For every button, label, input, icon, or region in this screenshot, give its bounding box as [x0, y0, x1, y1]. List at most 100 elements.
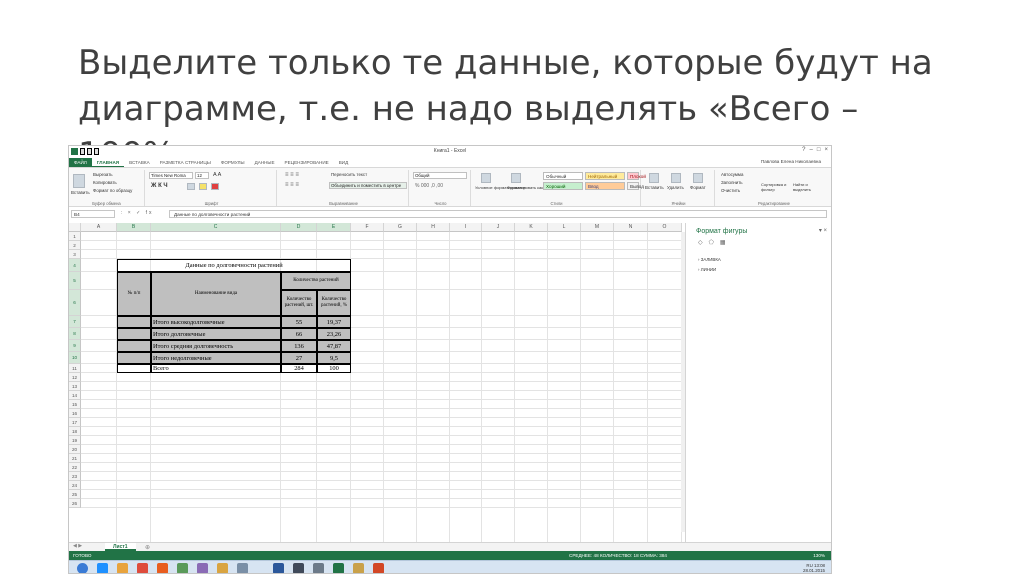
row-header[interactable]: 26: [69, 499, 81, 508]
powerpoint-icon[interactable]: [373, 563, 384, 573]
row-header[interactable]: 6: [69, 290, 81, 316]
user-name[interactable]: Павлова Елена Николаевна: [761, 159, 821, 164]
column-header[interactable]: L: [548, 223, 581, 232]
row-header[interactable]: 19: [69, 436, 81, 445]
tab-review[interactable]: РЕЦЕНЗИРОВАНИЕ: [280, 158, 334, 167]
number-format-buttons[interactable]: % 000 ,0 ,00: [415, 183, 443, 189]
row-header[interactable]: 23: [69, 472, 81, 481]
data-count-cell[interactable]: 66: [281, 328, 317, 340]
start-icon[interactable]: [77, 563, 88, 573]
column-header[interactable]: A: [81, 223, 117, 232]
row-header[interactable]: 2: [69, 241, 81, 250]
align-top-buttons[interactable]: ≡ ≡ ≡: [285, 172, 299, 178]
data-pct-cell[interactable]: 19,37: [317, 316, 351, 328]
format-cells-button[interactable]: Формат: [690, 185, 706, 190]
tab-insert[interactable]: ВСТАВКА: [124, 158, 155, 167]
row-header[interactable]: 13: [69, 382, 81, 391]
row-header[interactable]: 15: [69, 400, 81, 409]
column-header[interactable]: E: [317, 223, 351, 232]
data-name-cell[interactable]: Итого средняя долговечность: [151, 340, 281, 352]
data-count-cell[interactable]: 27: [281, 352, 317, 364]
align-horizontal-buttons[interactable]: ≡ ≡ ≡: [285, 182, 299, 188]
data-no-cell[interactable]: [117, 352, 151, 364]
row-header[interactable]: 25: [69, 490, 81, 499]
sheet-tab-1[interactable]: Лист1: [105, 543, 136, 551]
row-header[interactable]: 11: [69, 364, 81, 373]
number-format-select[interactable]: Общий: [413, 172, 467, 179]
formula-bar-icons[interactable]: : × ✓ fx: [121, 210, 154, 216]
paste-icon[interactable]: [73, 174, 85, 188]
insert-cells-icon[interactable]: [649, 173, 659, 183]
app-icon-4[interactable]: [237, 563, 248, 573]
fill-color-icon[interactable]: [199, 183, 207, 190]
row-header[interactable]: 21: [69, 454, 81, 463]
tab-home[interactable]: ГЛАВНАЯ: [91, 158, 125, 167]
style-neutral[interactable]: Нейтральный: [585, 172, 625, 180]
column-header[interactable]: B: [117, 223, 151, 232]
effects-icon[interactable]: ⬠: [709, 239, 714, 246]
header-no-cell[interactable]: № п/п: [117, 272, 151, 316]
tab-data[interactable]: ДАННЫЕ: [250, 158, 280, 167]
row-header[interactable]: 20: [69, 445, 81, 454]
style-normal[interactable]: Обычный: [543, 172, 583, 180]
delete-cells-icon[interactable]: [671, 173, 681, 183]
total-count-cell[interactable]: 284: [281, 364, 317, 373]
column-header[interactable]: D: [281, 223, 317, 232]
data-name-cell[interactable]: Итого высокодолговечные: [151, 316, 281, 328]
close-icon[interactable]: ×: [824, 147, 828, 153]
row-header[interactable]: 18: [69, 427, 81, 436]
font-name-select[interactable]: Times New Roma: [149, 172, 193, 179]
copy-button[interactable]: Копировать: [93, 180, 117, 185]
merge-center-button[interactable]: Объединить и поместить в центре: [329, 182, 407, 189]
row-header[interactable]: 12: [69, 373, 81, 382]
total-no-cell[interactable]: [117, 364, 151, 373]
style-bad[interactable]: Плохой: [627, 172, 646, 180]
conditional-format-icon[interactable]: [481, 173, 491, 183]
app-icon-1[interactable]: [177, 563, 188, 573]
column-header[interactable]: K: [515, 223, 548, 232]
excel-taskbar-icon[interactable]: [333, 563, 344, 573]
borders-icon[interactable]: [187, 183, 195, 190]
column-header[interactable]: O: [648, 223, 682, 232]
name-box[interactable]: B4: [71, 210, 115, 218]
system-tray[interactable]: RU 13:08 28.01.2015: [803, 563, 825, 573]
row-header[interactable]: 17: [69, 418, 81, 427]
pane-section-fill[interactable]: › ЗАЛИВКА: [698, 257, 721, 262]
data-count-cell[interactable]: 136: [281, 340, 317, 352]
maximize-icon[interactable]: □: [817, 147, 821, 153]
column-header[interactable]: G: [384, 223, 417, 232]
explorer-icon[interactable]: [117, 563, 128, 573]
wrap-text-button[interactable]: Переносить текст: [331, 172, 367, 177]
app-icon-6[interactable]: [313, 563, 324, 573]
format-table-icon[interactable]: [511, 173, 521, 183]
paste-button[interactable]: Вставить: [71, 190, 90, 195]
sheet-nav-arrows[interactable]: ◀ ▶: [73, 543, 82, 549]
worksheet-grid[interactable]: A B C D E F G H I J K L M N O 1 2 3 4 5 6 7 8 9 10 11 12 13 14 15 16 17…: [69, 223, 685, 546]
chrome-icon[interactable]: [137, 563, 148, 573]
font-size-buttons[interactable]: A A: [213, 172, 221, 178]
header-count-cell[interactable]: Количество растений, шт.: [281, 290, 317, 316]
row-header[interactable]: 9: [69, 340, 81, 352]
data-count-cell[interactable]: 55: [281, 316, 317, 328]
tab-page-layout[interactable]: РАЗМЕТКА СТРАНИЦЫ: [155, 158, 216, 167]
ie-icon[interactable]: [97, 563, 108, 573]
row-header[interactable]: 14: [69, 391, 81, 400]
row-header[interactable]: 5: [69, 272, 81, 290]
cut-button[interactable]: Вырезать: [93, 172, 113, 177]
table-title-cell[interactable]: Данные по долговечности растений: [117, 259, 351, 272]
column-header[interactable]: C: [151, 223, 281, 232]
fill-button[interactable]: Заполнить: [721, 180, 743, 185]
style-input[interactable]: Ввод: [585, 182, 625, 190]
data-pct-cell[interactable]: 23,26: [317, 328, 351, 340]
zoom-level[interactable]: 130%: [813, 551, 825, 560]
data-pct-cell[interactable]: 47,87: [317, 340, 351, 352]
help-icon[interactable]: ?: [802, 147, 805, 153]
tab-view[interactable]: ВИД: [334, 158, 353, 167]
total-name-cell[interactable]: Всего: [151, 364, 281, 373]
find-select-button[interactable]: Найти и выделить: [793, 182, 823, 192]
insert-cells-button[interactable]: Вставить: [645, 185, 664, 190]
row-header[interactable]: 22: [69, 463, 81, 472]
format-painter-button[interactable]: Формат по образцу: [93, 188, 132, 193]
clear-button[interactable]: Очистить: [721, 188, 740, 193]
data-pct-cell[interactable]: 9,5: [317, 352, 351, 364]
